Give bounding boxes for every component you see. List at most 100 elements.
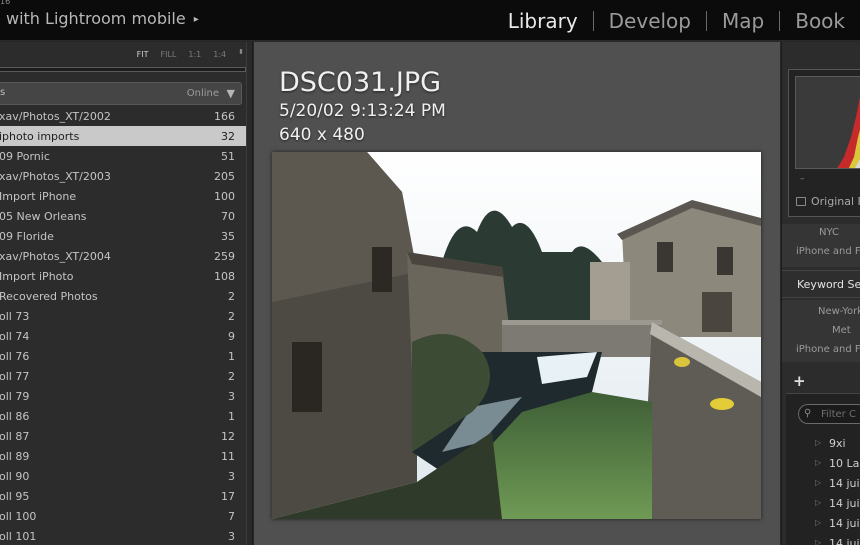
module-develop[interactable]: Develop bbox=[594, 9, 706, 33]
right-panel: – Original P NYC iPhone and Fu Keyword S… bbox=[781, 42, 860, 545]
collection-filter-input[interactable]: ⚲ Filter C bbox=[798, 404, 860, 424]
identity-plate[interactable]: with Lightroom mobile ▸ bbox=[6, 9, 199, 28]
folder-count: 3 bbox=[228, 529, 235, 543]
zoom-1-1-button[interactable]: 1:1 bbox=[188, 50, 201, 59]
keyword-tag[interactable]: Met bbox=[832, 325, 851, 336]
disclosure-triangle-icon[interactable]: ▷ bbox=[815, 538, 821, 545]
photo-image bbox=[272, 152, 761, 519]
module-book[interactable]: Book bbox=[780, 9, 860, 33]
disclosure-triangle-icon[interactable]: ▷ bbox=[815, 498, 821, 507]
keyword-set-header[interactable]: Keyword Set bbox=[782, 270, 860, 298]
folder-count: 1 bbox=[228, 349, 235, 363]
folder-name: xav/Photos_XT/2002 bbox=[0, 109, 111, 123]
folder-name: Recovered Photos bbox=[0, 289, 98, 303]
disclosure-triangle-icon[interactable]: ▷ bbox=[815, 518, 821, 527]
left-panel-scrollbar[interactable] bbox=[246, 42, 252, 545]
folder-row[interactable]: Recovered Photos 2 bbox=[0, 286, 246, 306]
folder-row[interactable]: 09 Pornic 51 bbox=[0, 146, 246, 166]
folder-row[interactable]: xav/Photos_XT/2004 259 bbox=[0, 246, 246, 266]
folder-count: 259 bbox=[214, 249, 235, 263]
folder-row[interactable]: oll 101 3 bbox=[0, 526, 246, 545]
folder-row[interactable]: 05 New Orleans 70 bbox=[0, 206, 246, 226]
left-panel: FIT FILL 1:1 1:4 ⬍ s Online ▼ xav/Photos… bbox=[0, 42, 253, 545]
folder-count: 3 bbox=[228, 469, 235, 483]
folder-name: Import iPhoto bbox=[0, 269, 74, 283]
keyword-tag[interactable]: iPhone and Fu bbox=[796, 344, 860, 355]
disclosure-triangle-icon[interactable]: ▷ bbox=[815, 478, 821, 487]
folder-row[interactable]: oll 89 11 bbox=[0, 446, 246, 466]
keyword-tag[interactable]: New-York bbox=[818, 306, 860, 317]
folders-volume-header[interactable]: s Online ▼ bbox=[0, 82, 242, 105]
collection-name: 9xi bbox=[829, 437, 846, 450]
folder-name: oll 95 bbox=[0, 489, 30, 503]
folder-count: 9 bbox=[228, 329, 235, 343]
collection-item[interactable]: ▷ 14 juil bbox=[786, 494, 860, 514]
loupe-view: DSC031.JPG 5/20/02 9:13:24 PM 640 x 480 bbox=[254, 42, 780, 545]
folder-row[interactable]: oll 74 9 bbox=[0, 326, 246, 346]
folder-row[interactable]: oll 100 7 bbox=[0, 506, 246, 526]
folder-row[interactable]: 09 Floride 35 bbox=[0, 226, 246, 246]
collection-item[interactable]: ▷ 10 Las bbox=[786, 454, 860, 474]
loupe-photo[interactable] bbox=[272, 152, 761, 519]
zoom-stepper-icon[interactable]: ⬍ bbox=[238, 49, 244, 59]
module-picker: Library Develop Map Book bbox=[493, 6, 860, 36]
folder-row[interactable]: oll 76 1 bbox=[0, 346, 246, 366]
folder-name: oll 77 bbox=[0, 369, 30, 383]
zoom-1-4-button[interactable]: 1:4 bbox=[213, 50, 226, 59]
folder-row[interactable]: xav/Photos_XT/2003 205 bbox=[0, 166, 246, 186]
folder-row[interactable]: Import iPhoto 108 bbox=[0, 266, 246, 286]
loupe-info-overlay: DSC031.JPG 5/20/02 9:13:24 PM 640 x 480 bbox=[279, 67, 446, 147]
folder-name: xav/Photos_XT/2003 bbox=[0, 169, 111, 183]
folder-row[interactable]: oll 95 17 bbox=[0, 486, 246, 506]
photo-dimensions: 640 x 480 bbox=[279, 125, 365, 145]
collapse-caret-icon[interactable]: ▼ bbox=[227, 87, 235, 100]
folder-row[interactable]: oll 73 2 bbox=[0, 306, 246, 326]
folder-row[interactable]: oll 87 12 bbox=[0, 426, 246, 446]
navigator-zoom-options: FIT FILL 1:1 1:4 ⬍ bbox=[137, 49, 244, 60]
folder-count: 11 bbox=[221, 449, 235, 463]
collection-item[interactable]: ▷ 14 juil bbox=[786, 474, 860, 494]
folder-count: 1 bbox=[228, 409, 235, 423]
zoom-fill-button[interactable]: FILL bbox=[161, 50, 177, 59]
photo-capture-date: 5/20/02 9:13:24 PM bbox=[279, 101, 446, 121]
collection-name: 10 Las bbox=[829, 457, 860, 470]
folder-count: 205 bbox=[214, 169, 235, 183]
keyword-tag[interactable]: iPhone and Fu bbox=[796, 246, 860, 257]
collection-item[interactable]: ▷ 9xi bbox=[786, 434, 860, 454]
folder-row[interactable]: Import iPhone 100 bbox=[0, 186, 246, 206]
folder-name: oll 89 bbox=[0, 449, 30, 463]
collection-name: 14 juil bbox=[829, 517, 860, 530]
collection-item[interactable]: ▷ 14 juil bbox=[786, 534, 860, 545]
folder-name: xav/Photos_XT/2004 bbox=[0, 249, 111, 263]
module-library[interactable]: Library bbox=[493, 9, 593, 33]
module-map[interactable]: Map bbox=[707, 9, 779, 33]
zoom-fit-button[interactable]: FIT bbox=[137, 50, 149, 59]
original-photo-toggle[interactable]: Original P bbox=[796, 195, 860, 208]
folder-name: oll 100 bbox=[0, 509, 37, 523]
folder-row[interactable]: xav/Photos_XT/2002 166 bbox=[0, 106, 246, 126]
folder-row[interactable]: oll 77 2 bbox=[0, 366, 246, 386]
add-collection-button[interactable]: + bbox=[793, 372, 806, 390]
original-checkbox[interactable] bbox=[796, 197, 806, 206]
folder-name: 09 Floride bbox=[0, 229, 54, 243]
collection-item[interactable]: ▷ 14 juil bbox=[786, 514, 860, 534]
top-bar: 16 with Lightroom mobile ▸ Library Develo… bbox=[0, 0, 860, 41]
folder-count: 12 bbox=[221, 429, 235, 443]
folder-row-selected[interactable]: iphoto imports 32 bbox=[0, 126, 246, 146]
folder-row[interactable]: oll 79 3 bbox=[0, 386, 246, 406]
disclosure-triangle-icon[interactable]: ▷ bbox=[815, 438, 821, 447]
photo-filename: DSC031.JPG bbox=[279, 67, 442, 98]
histogram[interactable] bbox=[795, 76, 860, 169]
collection-name: 14 juil bbox=[829, 537, 860, 545]
keyword-tag[interactable]: NYC bbox=[819, 227, 839, 238]
folder-row[interactable]: oll 86 1 bbox=[0, 406, 246, 426]
folder-row[interactable]: oll 90 3 bbox=[0, 466, 246, 486]
search-icon: ⚲ bbox=[804, 408, 812, 419]
folder-name: oll 79 bbox=[0, 389, 30, 403]
folder-name: oll 76 bbox=[0, 349, 30, 363]
disclosure-triangle-icon[interactable]: ▷ bbox=[815, 458, 821, 467]
navigator-preview[interactable] bbox=[0, 67, 246, 72]
identity-plate-text: with Lightroom mobile bbox=[6, 9, 186, 28]
identity-arrow-icon: ▸ bbox=[193, 14, 199, 25]
folder-name: iphoto imports bbox=[0, 129, 80, 143]
